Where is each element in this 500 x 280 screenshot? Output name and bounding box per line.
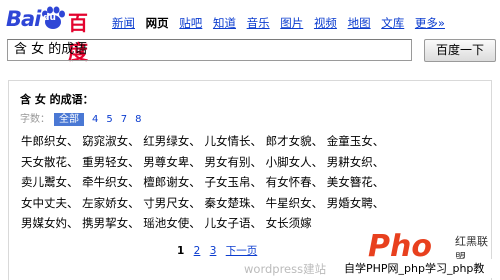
nav-wenku[interactable]: 文库 (381, 16, 404, 30)
nav-map[interactable]: 地图 (348, 16, 371, 30)
idiom-list: 牛郎织女、 窈窕淑女、 红男绿女、 儿女情长、 郎才女貌、 金童玉女、 天女散花… (21, 133, 491, 236)
nav-news[interactable]: 新闻 (112, 16, 135, 30)
nav-music[interactable]: 音乐 (247, 16, 270, 30)
page-2[interactable]: 2 (194, 245, 201, 257)
pagination: 1 2 3 下一页 (177, 243, 263, 258)
char-count-filter: 字数： 全部 4 5 7 8 (20, 110, 142, 126)
page-3[interactable]: 3 (210, 245, 217, 257)
count-option-8[interactable]: 8 (135, 114, 141, 125)
search-input[interactable]: 含 女 的成语 (7, 39, 412, 61)
idiom-row[interactable]: 牛郎织女、 窈窕淑女、 红男绿女、 儿女情长、 郎才女貌、 金童玉女、 (21, 133, 491, 154)
baidu-logo[interactable]: Bai du 百度 (6, 4, 104, 64)
nav-zhidao[interactable]: 知道 (213, 16, 236, 30)
idiom-row[interactable]: 天女散花、 重男轻女、 男尊女卑、 男女有别、 小脚女人、 男耕女织、 (21, 154, 491, 175)
count-option-4[interactable]: 4 (92, 114, 98, 125)
nav-images[interactable]: 图片 (280, 16, 303, 30)
nav-video[interactable]: 视频 (314, 16, 337, 30)
logo-du: du (43, 13, 56, 23)
logo-bai: Bai (6, 7, 41, 31)
nav-more[interactable]: 更多» (415, 16, 445, 30)
top-nav: 新闻 网页 贴吧 知道 音乐 图片 视频 地图 文库 更多» (112, 15, 452, 31)
count-option-5[interactable]: 5 (106, 114, 112, 125)
nav-tieba[interactable]: 贴吧 (179, 16, 202, 30)
wordpress-watermark: wordpress建站 (244, 262, 327, 276)
idiom-row[interactable]: 女中丈夫、 左家娇女、 寸男尺女、 秦女楚珠、 牛星织女、 男婚女聘、 (21, 195, 491, 216)
php-site-watermark: 自学PHP网_php学习_php教 (344, 259, 500, 278)
nav-web: 网页 (145, 16, 169, 30)
next-page[interactable]: 下一页 (226, 245, 258, 257)
count-option-all[interactable]: 全部 (54, 113, 84, 126)
result-title: 含 女 的成语： (20, 93, 94, 106)
idiom-row[interactable]: 卖儿鬻女、 牵牛织女、 檀郎谢女、 子女玉帛、 有女怀春、 美女簪花、 (21, 174, 491, 195)
count-option-7[interactable]: 7 (121, 114, 127, 125)
count-label: 字数： (20, 114, 50, 125)
page-1: 1 (177, 245, 185, 257)
search-button[interactable]: 百度一下 (424, 39, 496, 62)
